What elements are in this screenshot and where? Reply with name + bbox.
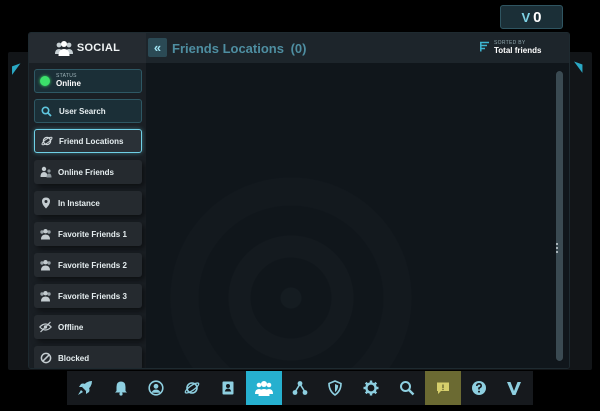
search-button[interactable] bbox=[389, 371, 425, 405]
avatar-book-icon bbox=[220, 380, 236, 396]
settings-button[interactable] bbox=[353, 371, 389, 405]
sidebar-item-blocked[interactable]: Blocked bbox=[34, 346, 142, 368]
bell-icon bbox=[113, 380, 129, 396]
page-title-text: Friends Locations bbox=[172, 41, 284, 56]
collapse-sidebar-button[interactable]: « bbox=[148, 38, 167, 57]
shield-icon bbox=[327, 380, 343, 396]
eye-off-icon bbox=[39, 321, 52, 334]
sidebar-item-user-search[interactable]: User Search bbox=[34, 99, 142, 123]
social-button[interactable] bbox=[245, 371, 282, 405]
credits-balance[interactable]: V 0 bbox=[500, 5, 563, 29]
sidebar-item-label: Favorite Friends 2 bbox=[58, 260, 127, 270]
safety-button[interactable] bbox=[318, 371, 354, 405]
profile-button[interactable] bbox=[139, 371, 175, 405]
sidebar-title: SOCIAL bbox=[76, 42, 121, 54]
location-pin-icon bbox=[39, 197, 52, 210]
social-panel: SOCIAL STATUS Online User Search Friend … bbox=[28, 32, 570, 369]
sidebar-item-friend-locations[interactable]: Friend Locations bbox=[34, 129, 142, 153]
feedback-button[interactable] bbox=[424, 371, 461, 405]
credits-amount: 0 bbox=[533, 8, 542, 26]
sidebar-item-favorite-friends-3[interactable]: Favorite Friends 3 bbox=[34, 284, 142, 308]
vrc-v-icon bbox=[506, 380, 522, 396]
groups-button[interactable] bbox=[282, 371, 318, 405]
feedback-icon bbox=[435, 380, 451, 396]
scrollbar-thumb[interactable] bbox=[556, 71, 563, 361]
social-icon bbox=[254, 380, 273, 396]
resize-handle[interactable] bbox=[555, 243, 558, 253]
friend-count: (0) bbox=[290, 41, 307, 56]
sidebar-item-in-instance[interactable]: In Instance bbox=[34, 191, 142, 215]
help-icon bbox=[471, 380, 487, 396]
sidebar-item-label: User Search bbox=[59, 106, 106, 116]
sort-selector[interactable]: SORTED BY Total friends bbox=[479, 39, 541, 57]
sidebar-header: SOCIAL bbox=[29, 33, 146, 63]
vrc-v-icon: V bbox=[521, 9, 531, 25]
worlds-button[interactable] bbox=[174, 371, 210, 405]
sidebar-item-label: Blocked bbox=[58, 353, 90, 363]
search-icon bbox=[40, 105, 53, 118]
user-circle-icon bbox=[148, 380, 165, 396]
help-button[interactable] bbox=[461, 371, 497, 405]
sort-value: Total friends bbox=[494, 46, 542, 55]
vrchat-menu-button[interactable] bbox=[497, 371, 533, 405]
sidebar-item-label: Online Friends bbox=[58, 167, 115, 177]
online-status-icon bbox=[40, 76, 50, 86]
sort-icon bbox=[479, 39, 490, 57]
sidebar-item-favorite-friends-1[interactable]: Favorite Friends 1 bbox=[34, 222, 142, 246]
friends-list-area bbox=[146, 63, 569, 368]
notifications-button[interactable] bbox=[103, 371, 139, 405]
rocket-icon bbox=[77, 380, 93, 396]
sidebar-item-online-friends[interactable]: Online Friends bbox=[34, 160, 142, 184]
sidebar-item-label: In Instance bbox=[58, 198, 100, 208]
page-title: Friends Locations (0) bbox=[172, 41, 306, 56]
planet-icon bbox=[184, 380, 200, 396]
gear-icon bbox=[363, 380, 379, 396]
users-icon bbox=[39, 166, 52, 179]
group-icon bbox=[39, 228, 52, 241]
launch-button[interactable] bbox=[67, 371, 103, 405]
network-icon bbox=[292, 380, 308, 396]
sidebar-item-label: Friend Locations bbox=[59, 136, 124, 146]
status-selector[interactable]: STATUS Online bbox=[34, 69, 142, 93]
content-header: « Friends Locations (0) SORTED BY Total … bbox=[146, 33, 569, 63]
sidebar-item-label: Offline bbox=[58, 322, 84, 332]
planet-icon bbox=[40, 135, 53, 148]
sidebar-item-favorite-friends-2[interactable]: Favorite Friends 2 bbox=[34, 253, 142, 277]
sidebar-item-label: Favorite Friends 1 bbox=[58, 229, 127, 239]
friends-locations-content: « Friends Locations (0) SORTED BY Total … bbox=[146, 33, 569, 368]
search-icon bbox=[399, 380, 415, 396]
social-sidebar: SOCIAL STATUS Online User Search Friend … bbox=[29, 33, 146, 368]
group-icon bbox=[39, 290, 52, 303]
status-value: Online bbox=[56, 79, 81, 88]
bottom-menu-bar bbox=[67, 371, 533, 405]
sidebar-item-offline[interactable]: Offline bbox=[34, 315, 142, 339]
group-icon bbox=[39, 259, 52, 272]
social-icon bbox=[54, 40, 73, 56]
blocked-icon bbox=[39, 352, 52, 365]
avatars-button[interactable] bbox=[210, 371, 246, 405]
sidebar-item-label: Favorite Friends 3 bbox=[58, 291, 127, 301]
